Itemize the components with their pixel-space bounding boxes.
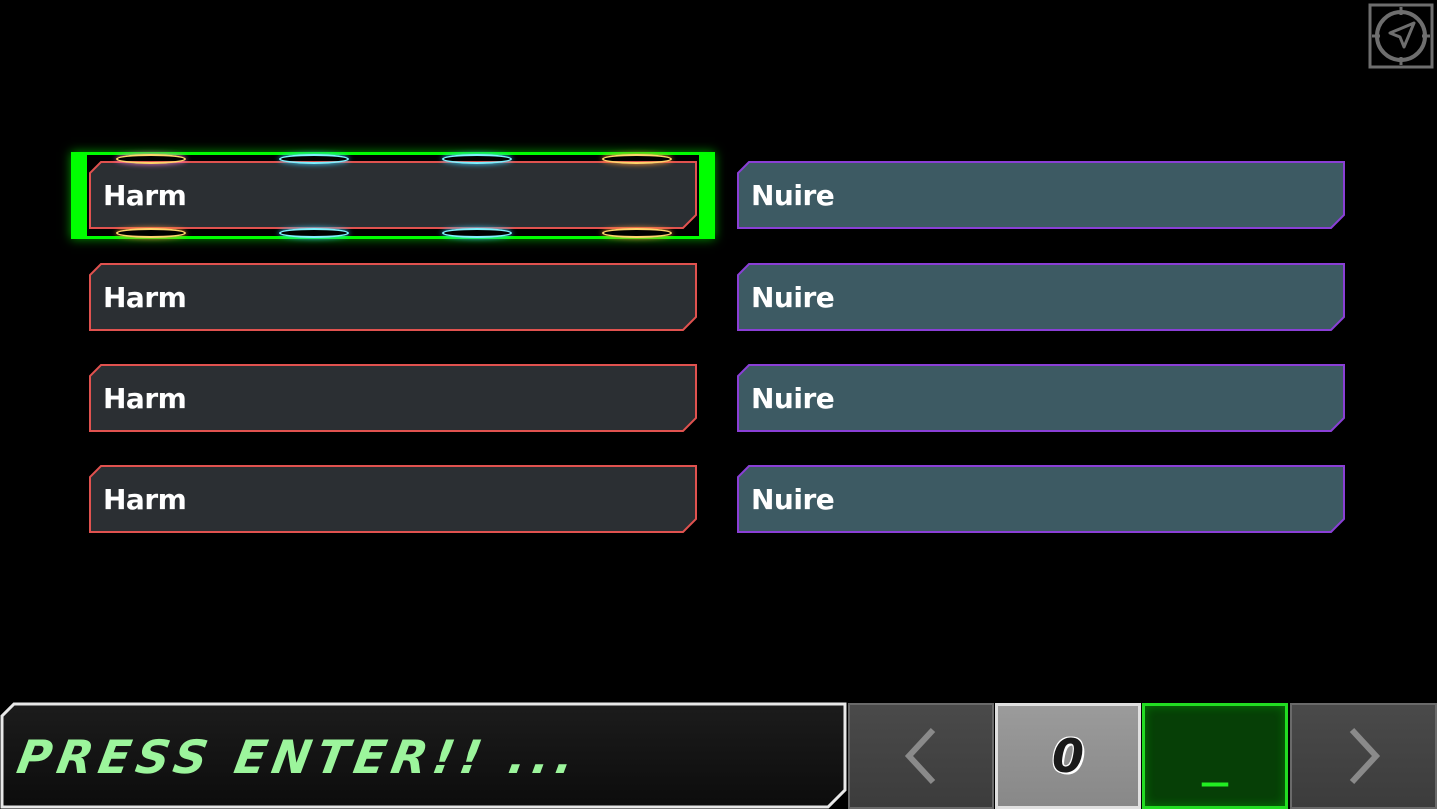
entry-cursor: _ [1201, 736, 1229, 787]
option-label: Harm [103, 179, 187, 212]
option-label: Nuire [751, 281, 835, 314]
selection-bar-left [71, 152, 87, 239]
option-label: Nuire [751, 483, 835, 516]
chevron-right-icon [1349, 727, 1380, 785]
option-left-4[interactable]: Harm [89, 465, 697, 533]
option-label: Nuire [751, 382, 835, 415]
sparkle-ring [116, 228, 186, 238]
counter-display: 0 [995, 703, 1141, 809]
game-screen: Harm Harm Harm Harm Nuire Nuire Nuire Nu… [0, 0, 1437, 809]
option-left-1[interactable]: Harm [89, 161, 697, 229]
next-button[interactable] [1290, 703, 1437, 809]
option-right-4[interactable]: Nuire [737, 465, 1345, 533]
option-label: Harm [103, 483, 187, 516]
prev-button[interactable] [848, 703, 994, 809]
prompt-text: PRESS ENTER!! ... [13, 730, 585, 784]
option-left-2[interactable]: Harm [89, 263, 697, 331]
option-left-3[interactable]: Harm [89, 364, 697, 432]
sparkle-ring [279, 228, 349, 238]
sparkle-ring [442, 228, 512, 238]
option-right-2[interactable]: Nuire [737, 263, 1345, 331]
option-right-3[interactable]: Nuire [737, 364, 1345, 432]
chevron-left-icon [904, 727, 936, 785]
counter-value: 0 [1051, 729, 1084, 783]
option-label: Nuire [751, 179, 835, 212]
sparkle-ring [602, 228, 672, 238]
option-right-1[interactable]: Nuire [737, 161, 1345, 229]
entry-field[interactable]: _ [1142, 703, 1288, 809]
option-label: Harm [103, 382, 187, 415]
option-label: Harm [103, 281, 187, 314]
selection-bar-right [699, 152, 715, 239]
navigation-arrow-icon[interactable] [1368, 3, 1434, 69]
